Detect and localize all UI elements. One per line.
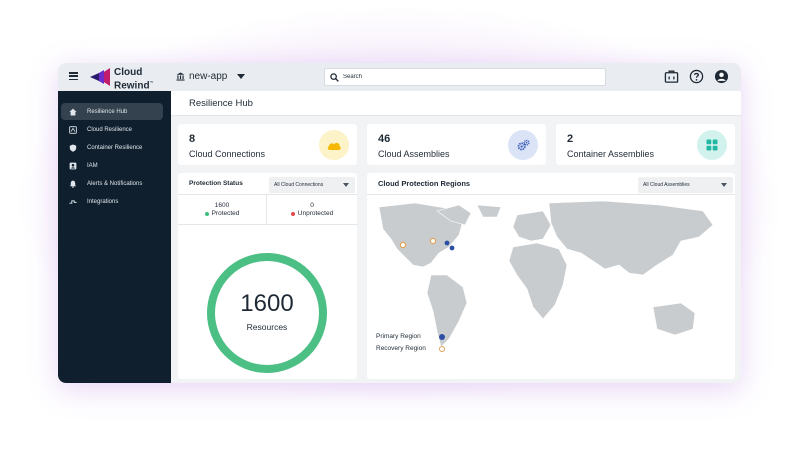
- regions-header: Cloud Protection Regions All Cloud Assem…: [367, 173, 735, 195]
- brand-name: Cloud Rewind™: [114, 67, 154, 91]
- stat-label: Cloud Assemblies: [378, 149, 450, 159]
- briefcase-icon[interactable]: [664, 69, 679, 84]
- legend-recovery: Recovery Region: [376, 345, 445, 352]
- protection-status-panel: Protection Status All Cloud Connections …: [178, 173, 357, 379]
- protection-status-header: Protection Status All Cloud Connections: [178, 173, 357, 195]
- legend-primary-label: Primary Region: [376, 333, 421, 340]
- legend-primary: Primary Region: [376, 333, 445, 340]
- hamburger-menu-icon[interactable]: [69, 72, 78, 81]
- bank-building-icon: [176, 72, 185, 81]
- top-bar: Cloud Rewind™ new-app: [58, 63, 741, 91]
- sidebar-item-label: Alerts & Notifications: [87, 180, 143, 187]
- sidebar-item-label: Container Resilience: [87, 144, 143, 151]
- stat-value: 2: [567, 133, 574, 145]
- main-content: Resilience Hub 8 Cloud Connections 46 Cl…: [171, 91, 741, 383]
- stat-card-container-assemblies[interactable]: 2 Container Assemblies: [556, 124, 735, 165]
- chevron-down-icon[interactable]: [343, 183, 349, 187]
- regions-title: Cloud Protection Regions: [378, 179, 471, 188]
- sidebar-item-iam[interactable]: IAM: [58, 157, 171, 174]
- protected-label: Protected: [211, 210, 240, 217]
- page-title: Resilience Hub: [189, 98, 253, 109]
- sidebar-item-label: Integrations: [87, 198, 119, 205]
- stat-label: Cloud Connections: [189, 149, 266, 159]
- app-window: Cloud Rewind™ new-app Search Resilience …: [58, 63, 741, 383]
- grid-icon: [697, 130, 727, 160]
- recovery-region-marker[interactable]: [429, 237, 437, 245]
- europe: [512, 210, 552, 242]
- stat-card-cloud-connections[interactable]: 8 Cloud Connections: [178, 124, 357, 165]
- chevron-down-icon[interactable]: [237, 74, 245, 79]
- africa: [508, 242, 568, 320]
- gears-icon: [508, 130, 538, 160]
- recovery-region-marker[interactable]: [399, 241, 407, 249]
- page-header: Resilience Hub: [171, 91, 741, 116]
- asia: [548, 200, 714, 276]
- sidebar-item-cloud-resilience[interactable]: Cloud Resilience: [58, 121, 171, 138]
- chevron-down-icon[interactable]: [721, 183, 727, 187]
- brand-line1: Cloud: [114, 67, 143, 78]
- filter-value: All Cloud Assemblies: [643, 182, 690, 188]
- sidebar-item-alerts-notifications[interactable]: Alerts & Notifications: [58, 175, 171, 192]
- unprotected-value: 0: [310, 202, 314, 209]
- cloud-rewind-logo: [90, 68, 110, 86]
- australia: [652, 302, 696, 336]
- resources-ring-chart: 1600 Resources: [207, 253, 327, 373]
- stat-value: 46: [378, 133, 391, 145]
- cloud-protection-regions-panel: Cloud Protection Regions All Cloud Assem…: [367, 173, 735, 379]
- user-badge-icon: [69, 162, 77, 169]
- protected-value: 1600: [214, 202, 230, 209]
- sidebar-item-container-resilience[interactable]: Container Resilience: [58, 139, 171, 156]
- search-icon: [330, 72, 339, 82]
- iceland-island: [476, 204, 502, 218]
- sidebar-item-label: Cloud Resilience: [87, 126, 133, 133]
- sidebar-item-integrations[interactable]: Integrations: [58, 193, 171, 210]
- legend-recovery-label: Recovery Region: [376, 345, 426, 352]
- sidebar-item-resilience-hub[interactable]: Resilience Hub: [58, 103, 171, 120]
- cloud-icon: [319, 130, 349, 160]
- search-input[interactable]: [343, 74, 593, 80]
- unprotected-count: 0 Unprotected: [267, 195, 357, 225]
- home-icon: [69, 108, 77, 115]
- help-icon[interactable]: [689, 69, 704, 84]
- protected-dot-icon: [204, 211, 209, 216]
- sidebar-item-label: Resilience Hub: [87, 108, 128, 115]
- continents: [378, 200, 714, 348]
- integrations-icon: [69, 199, 77, 204]
- shield-icon: [69, 143, 77, 152]
- stat-card-cloud-assemblies[interactable]: 46 Cloud Assemblies: [367, 124, 546, 165]
- stat-value: 8: [189, 133, 196, 145]
- protection-status-title: Protection Status: [189, 180, 243, 187]
- sidebar: Resilience Hub Cloud Resilience Containe…: [58, 91, 171, 383]
- account-icon[interactable]: [714, 69, 729, 84]
- search-bar[interactable]: [324, 68, 606, 86]
- stat-label: Container Assemblies: [567, 149, 655, 159]
- brand-line2: Rewind: [114, 79, 150, 91]
- sidebar-item-label: IAM: [87, 162, 98, 169]
- filter-value: All Cloud Connections: [274, 182, 324, 188]
- primary-region-swatch-icon: [439, 333, 445, 340]
- unprotected-dot-icon: [290, 211, 295, 216]
- protected-count: 1600 Protected: [178, 195, 267, 225]
- brand-trademark: ™: [149, 79, 154, 85]
- recovery-region-swatch-icon: [439, 345, 445, 352]
- south-america: [426, 274, 468, 348]
- cloud-resilience-icon: [69, 125, 77, 134]
- cloud-assemblies-filter[interactable]: All Cloud Assemblies: [638, 177, 733, 193]
- primary-region-marker[interactable]: [444, 240, 450, 246]
- unprotected-label: Unprotected: [297, 210, 334, 217]
- ring-label: Resources: [247, 322, 288, 332]
- primary-region-marker[interactable]: [449, 245, 455, 251]
- cloud-connections-filter[interactable]: All Cloud Connections: [269, 177, 355, 193]
- bell-icon: [69, 180, 77, 188]
- ring-value: 1600: [240, 290, 293, 317]
- app-selector[interactable]: new-app: [189, 71, 227, 82]
